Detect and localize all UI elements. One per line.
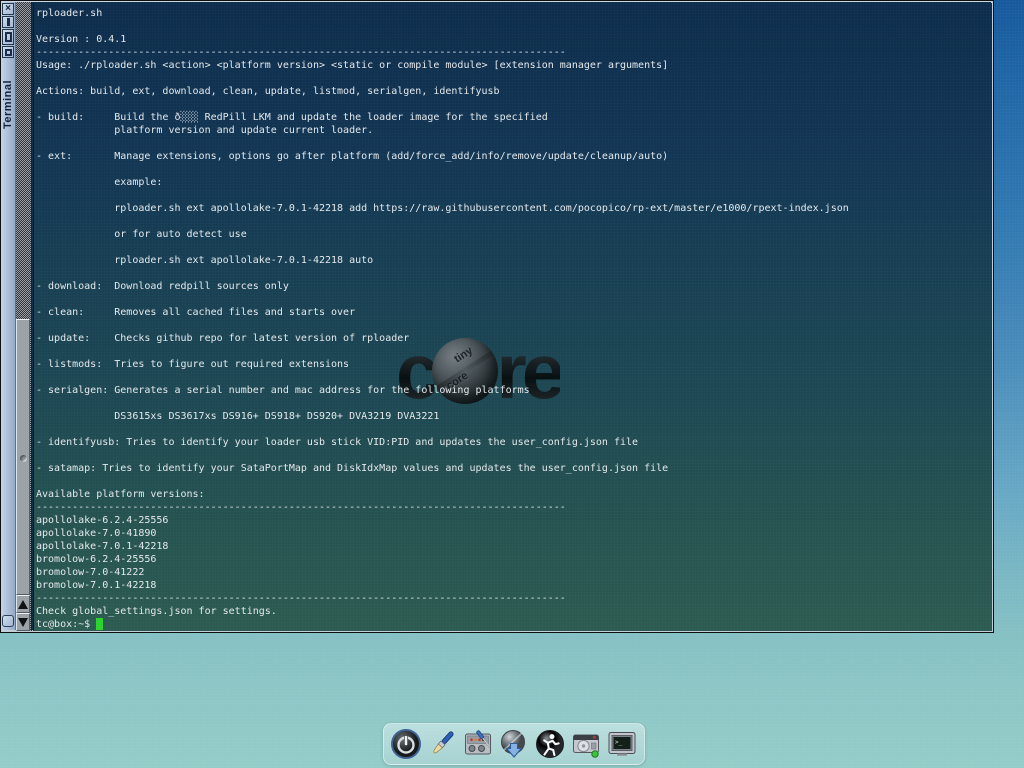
shade-button[interactable] (2, 16, 14, 28)
terminal-scrollbar[interactable] (16, 2, 32, 631)
dock-terminal-button[interactable]: >_ (606, 728, 639, 761)
maximize-icon (5, 32, 12, 42)
terminal-window: × Terminal (0, 0, 994, 633)
mount-icon (570, 728, 602, 760)
maximize-button[interactable] (2, 29, 14, 45)
dock-apps-button[interactable] (498, 728, 531, 761)
terminal-output: rploader.sh Version : 0.4.1 ------------… (36, 7, 849, 631)
window-frame (1, 1, 993, 2)
shade-icon (7, 18, 10, 26)
scrollbar-thumb[interactable] (16, 319, 30, 595)
scroll-up-button[interactable] (16, 595, 30, 613)
terminal-icon: >_ (606, 728, 638, 760)
iconify-button[interactable] (2, 46, 14, 58)
scrollbar-arrows (16, 595, 30, 631)
apps-download-icon (498, 728, 530, 760)
close-button[interactable]: × (2, 3, 14, 15)
arrow-up-icon (18, 600, 28, 609)
terminal-cursor (96, 618, 103, 630)
resize-corner-button[interactable] (2, 615, 14, 627)
iconify-icon (5, 49, 12, 56)
dock-control-panel-button[interactable] (462, 728, 495, 761)
dock-paint-button[interactable] (426, 728, 459, 761)
dock-mount-button[interactable] (570, 728, 603, 761)
svg-text:>_: >_ (615, 739, 623, 746)
arrow-down-icon (18, 618, 28, 627)
control-panel-icon (462, 728, 494, 760)
window-title: Terminal (2, 59, 15, 129)
window-titlebar[interactable]: × Terminal (1, 2, 16, 630)
paintbrush-icon (426, 728, 458, 760)
power-icon (390, 728, 422, 760)
terminal-content[interactable]: c tiny core re rploader.sh Version : 0.4… (33, 3, 992, 631)
dock-power-button[interactable] (390, 728, 423, 761)
run-icon (534, 728, 566, 760)
scrollbar-dimple (20, 455, 27, 462)
dock-run-button[interactable] (534, 728, 567, 761)
screen: × Terminal (0, 0, 1024, 768)
scroll-down-button[interactable] (16, 613, 30, 631)
dock: >_ (383, 723, 645, 765)
